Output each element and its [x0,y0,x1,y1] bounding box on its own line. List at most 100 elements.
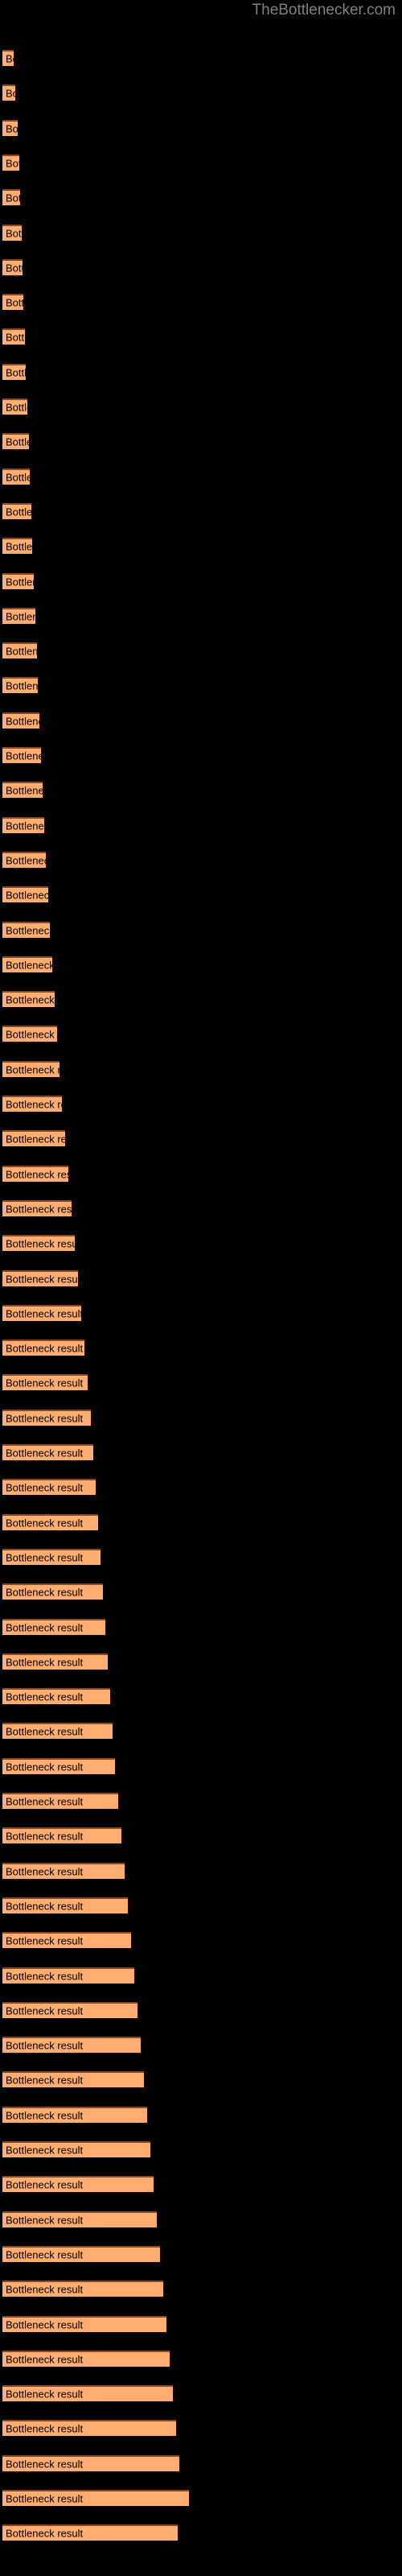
chart-bar: Bottleneck result [2,85,15,101]
chart-bar-label: Bottleneck result [6,715,39,728]
chart-bar: Bottleneck result [2,1165,68,1182]
chart-bar-label: Bottleneck result [6,296,23,309]
chart-bar: Bottleneck result [2,607,35,624]
chart-bar: Bottleneck result [2,747,41,763]
chart-bar: Bottleneck result [2,1479,96,1496]
chart-bar-label: Bottleneck result [6,1133,65,1146]
chart-bar-label: Bottleneck result [6,2144,84,2157]
chart-bar: Bottleneck result [2,2281,163,2297]
chart-bar: Bottleneck result [2,189,20,206]
chart-bar-label: Bottleneck result [6,1063,59,1076]
chart-bar: Bottleneck result [2,2001,137,2018]
chart-bar: Bottleneck result [2,1967,134,1984]
chart-bar: Bottleneck result [2,468,30,485]
chart-bar: Bottleneck result [2,2211,157,2227]
chart-bar: Bottleneck result [2,2141,150,2157]
chart-bar-label: Bottleneck result [6,1377,84,1389]
chart-bar-label: Bottleneck result [6,122,18,135]
chart-bar: Bottleneck result [2,886,48,903]
chart-bar: Bottleneck result [2,2454,179,2471]
chart-bar-label: Bottleneck result [6,52,14,65]
chart-bar: Bottleneck result [2,642,37,659]
chart-bar: Bottleneck result [2,1723,113,1740]
chart-bar-label: Bottleneck result [6,1028,57,1041]
chart-bar-label: Bottleneck result [6,366,26,379]
chart-bar: Bottleneck result [2,1235,75,1252]
chart-bar: Bottleneck result [2,1026,57,1042]
chart-bar-label: Bottleneck result [6,1342,84,1355]
chart-bar-label: Bottleneck result [6,1412,84,1425]
chart-bar-label: Bottleneck result [6,2214,84,2227]
chart-bar: Bottleneck result [2,1688,110,1705]
chart-bar: Bottleneck result [2,1444,93,1460]
chart-bar-label: Bottleneck result [6,610,35,623]
chart-bar: Bottleneck result [2,224,22,241]
chart-bar: Bottleneck result [2,1653,108,1670]
chart-bar: Bottleneck result [2,433,29,450]
chart-bar-label: Bottleneck result [6,87,15,100]
chart-bar-label: Bottleneck result [6,1761,84,1773]
chart-bar-label: Bottleneck result [6,993,55,1006]
chart-bar: Bottleneck result [2,2176,154,2193]
chart-bar-label: Bottleneck result [6,1865,84,1878]
chart-bar-label: Bottleneck result [6,2458,84,2471]
chart-bar-label: Bottleneck result [6,2248,84,2261]
chart-bar: Bottleneck result [2,956,52,972]
chart-bar: Bottleneck result [2,921,50,938]
chart-bar-label: Bottleneck result [6,192,20,204]
chart-bar: Bottleneck result [2,50,14,66]
chart-bar-label: Bottleneck result [6,889,48,902]
chart-bar-label: Bottleneck result [6,854,46,867]
chart-bar: Bottleneck result [2,502,31,519]
chart-bar: Bottleneck result [2,677,38,694]
chart-bar: Bottleneck result [2,1304,81,1321]
chart-bar: Bottleneck result [2,1513,98,1530]
chart-bar: Bottleneck result [2,816,44,833]
chart-bar-label: Bottleneck result [6,436,29,448]
chart-bar-label: Bottleneck result [6,819,44,832]
chart-bar: Bottleneck result [2,1340,84,1356]
chart-bar-label: Bottleneck result [6,1725,84,1738]
chart-bar-label: Bottleneck result [6,1307,81,1320]
chart-bar: Bottleneck result [2,1096,62,1112]
chart-bar-label: Bottleneck result [6,2492,84,2505]
chart-bar: Bottleneck result [2,2524,178,2541]
chart-bar-label: Bottleneck result [6,784,43,797]
chart-bar: Bottleneck result [2,328,25,345]
chart-bar: Bottleneck result [2,1618,105,1635]
chart-bar: Bottleneck result [2,1862,125,1879]
chart-bar: Bottleneck result [2,398,27,415]
chart-bar-label: Bottleneck result [6,401,27,414]
chart-bar-label: Bottleneck result [6,2388,84,2401]
chart-bar: Bottleneck result [2,538,32,555]
chart-bar-label: Bottleneck result [6,1586,84,1599]
chart-bar-label: Bottleneck result [6,2422,84,2435]
chart-bar: Bottleneck result [2,2490,189,2506]
chart-bar-label: Bottleneck result [6,959,52,972]
chart-bar-label: Bottleneck result [6,262,23,275]
chart-bar: Bottleneck result [2,1060,59,1077]
chart-bar: Bottleneck result [2,119,18,136]
chart-bar: Bottleneck result [2,154,19,171]
chart-bar-label: Bottleneck result [6,2318,84,2330]
chart-bar-label: Bottleneck result [6,331,25,344]
chart-bar-label: Bottleneck result [6,471,30,484]
chart-bar-label: Bottleneck result [6,1517,84,1530]
chart-bar-label: Bottleneck result [6,1273,78,1285]
chart-bar: Bottleneck result [2,1548,100,1565]
chart-bar: Bottleneck result [2,2350,170,2367]
chart-bar-label: Bottleneck result [6,1690,84,1703]
chart-bar: Bottleneck result [2,363,26,380]
chart-bar-label: Bottleneck result [6,749,41,762]
chart-bar-label: Bottleneck result [6,2039,84,2052]
chart-bar: Bottleneck result [2,2315,166,2332]
chart-bar-label: Bottleneck result [6,1098,62,1111]
chart-bar-label: Bottleneck result [6,1656,84,1669]
chart-bar: Bottleneck result [2,1932,131,1949]
chart-bar-label: Bottleneck result [6,2178,84,2191]
chart-bar: Bottleneck result [2,1269,78,1286]
chart-bar: Bottleneck result [2,1374,88,1391]
chart-bar-label: Bottleneck result [6,2353,84,2366]
chart-bar: Bottleneck result [2,1409,91,1426]
chart-bar-label: Bottleneck result [6,679,38,692]
